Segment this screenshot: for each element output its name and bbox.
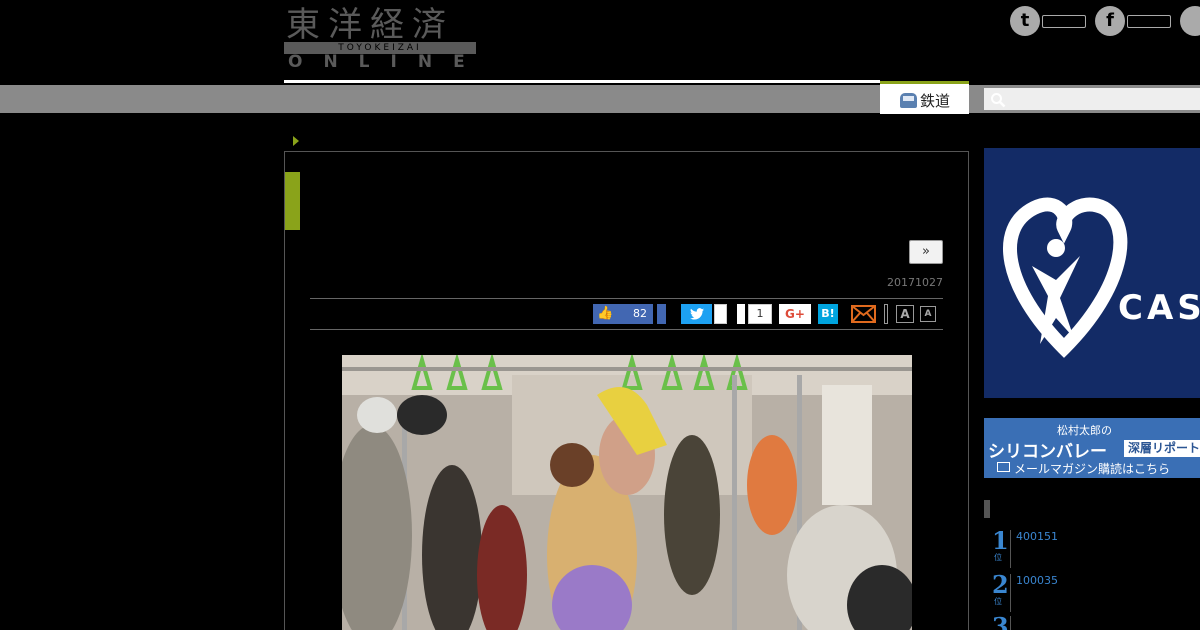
search-icon	[991, 93, 1006, 108]
train-icon	[900, 93, 917, 108]
subway-performance-photo	[342, 355, 912, 630]
article-photo	[342, 355, 912, 630]
facebook-follow-count	[1127, 15, 1171, 28]
twitter-bird-icon	[689, 308, 704, 320]
nav-top-line	[284, 80, 880, 83]
next-page-button[interactable]: »	[909, 240, 943, 264]
like-count: 82	[633, 307, 647, 320]
mail-share-button[interactable]	[851, 304, 876, 324]
font-size-divider	[884, 304, 888, 324]
font-size-small-button[interactable]: A	[920, 306, 936, 322]
rank-divider	[1010, 616, 1011, 630]
google-plus-button[interactable]: G+	[779, 304, 811, 324]
rank-unit: 位	[994, 597, 1002, 606]
font-size-large-button[interactable]: A	[896, 305, 914, 323]
article-date: 20171027	[887, 276, 943, 289]
ranking-item[interactable]: 3	[990, 612, 1200, 630]
share-divider-bottom	[310, 329, 943, 330]
logo-kanji: 東洋経済	[286, 5, 454, 45]
sidebar-ad-banner[interactable]: CAS	[984, 148, 1200, 398]
rank-number: 2	[992, 570, 1009, 599]
mailmag-title: シリコンバレー	[988, 442, 1107, 462]
breadcrumb-arrow-icon	[293, 136, 299, 146]
pocket-count: 1	[748, 304, 772, 324]
share-divider-top	[310, 298, 943, 299]
mail-icon	[851, 305, 876, 323]
thumbs-up-icon: 👍	[597, 306, 614, 321]
rank-number: 1	[992, 526, 1009, 555]
twitter-icon: t	[1010, 6, 1040, 36]
nav-tab-railway[interactable]: 鉄道	[880, 81, 969, 114]
envelope-icon	[997, 462, 1010, 472]
mailmag-cta: メールマガジン購読はこちら	[1014, 462, 1171, 476]
ranking-item[interactable]: 1 位 400151	[990, 526, 1200, 568]
search-input[interactable]	[984, 88, 1200, 110]
facebook-share-button[interactable]	[657, 304, 666, 324]
rank-title[interactable]: 100035	[1016, 574, 1058, 587]
mailmag-banner[interactable]: 松村太郎の シリコンバレー 深層リポート メールマガジン購読はこちら	[984, 418, 1200, 478]
heart-person-logo-icon	[1003, 197, 1128, 358]
ranking-header-mark	[984, 500, 990, 518]
facebook-icon: f	[1095, 6, 1125, 36]
rank-unit: 位	[994, 553, 1002, 562]
twitter-follow-count	[1042, 15, 1086, 28]
ranking-item[interactable]: 2 位 100035	[990, 570, 1200, 612]
mailmag-author: 松村太郎の	[1057, 424, 1112, 437]
hatena-bookmark-button[interactable]: B!	[818, 304, 838, 324]
logo-online: ONLINE	[288, 52, 486, 72]
pocket-button[interactable]	[737, 304, 745, 324]
rank-number: 3	[992, 612, 1009, 630]
rank-divider	[1010, 574, 1011, 612]
article-title-accent	[285, 172, 300, 230]
site-logo[interactable]: 東洋経済 TOYOKEIZAI ONLINE	[284, 6, 476, 72]
tweet-button[interactable]	[681, 304, 712, 324]
rank-title[interactable]: 400151	[1016, 530, 1058, 543]
ranking-header	[984, 500, 1200, 518]
facebook-like-button[interactable]: 👍 82	[593, 304, 653, 324]
nav-tab-label: 鉄道	[920, 92, 951, 110]
tweet-count	[714, 304, 727, 324]
line-icon	[1180, 6, 1200, 36]
rank-divider	[1010, 530, 1011, 568]
ad-brand-text: CAS	[1118, 288, 1200, 328]
mailmag-tag: 深層リポート	[1124, 440, 1200, 457]
